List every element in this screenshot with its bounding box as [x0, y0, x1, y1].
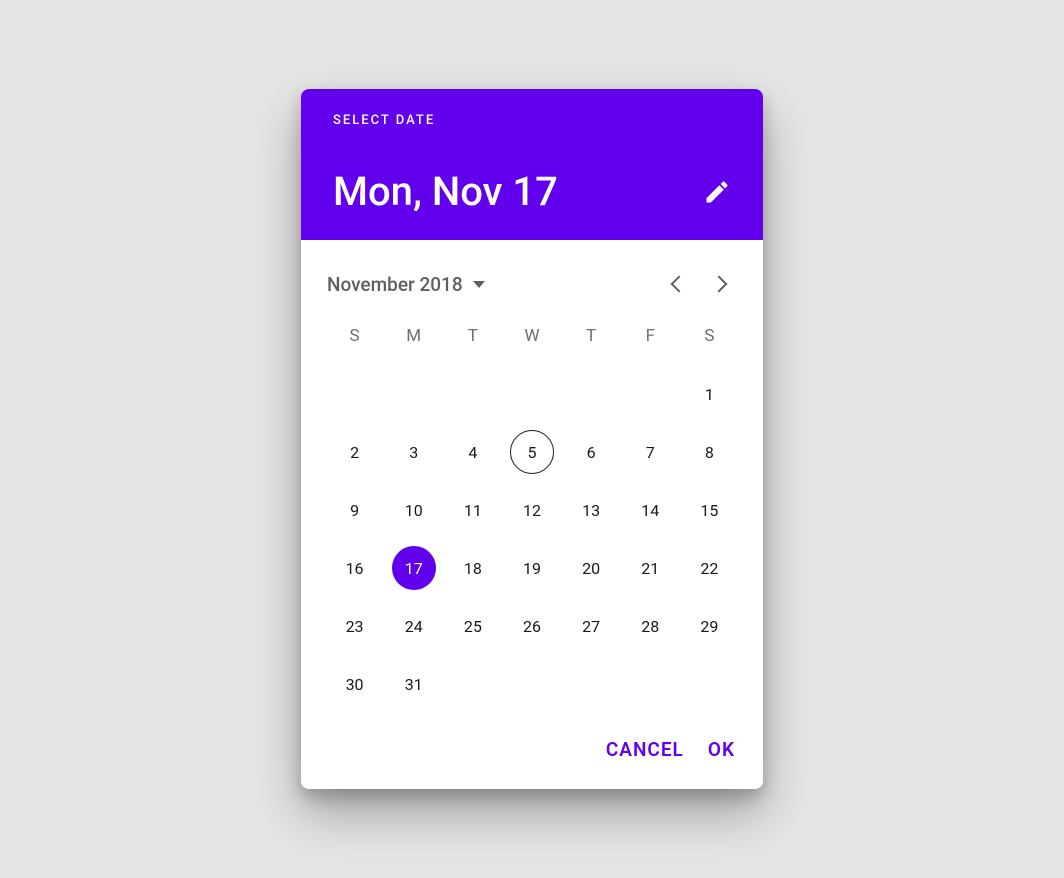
calendar-empty-cell [621, 372, 680, 416]
dialog-body: November 2018 SMTWTFS1234567891011121314… [301, 240, 763, 714]
calendar-day[interactable]: 5 [510, 430, 554, 474]
dialog-header: SELECT DATE Mon, Nov 17 [301, 89, 763, 240]
calendar-day[interactable]: 26 [510, 604, 554, 648]
calendar-day[interactable]: 1 [687, 372, 731, 416]
caret-down-icon [473, 281, 485, 288]
day-of-week-label: T [443, 320, 502, 358]
calendar-day[interactable]: 20 [569, 546, 613, 590]
calendar-day[interactable]: 13 [569, 488, 613, 532]
calendar-day[interactable]: 14 [628, 488, 672, 532]
calendar-day[interactable]: 21 [628, 546, 672, 590]
dialog-actions: CANCEL OK [301, 714, 763, 789]
cancel-button[interactable]: CANCEL [606, 738, 684, 761]
calendar-empty-cell [502, 372, 561, 416]
day-of-week-label: M [384, 320, 443, 358]
day-of-week-label: W [502, 320, 561, 358]
day-of-week-label: S [680, 320, 739, 358]
calendar-day[interactable]: 12 [510, 488, 554, 532]
calendar-day[interactable]: 17 [392, 546, 436, 590]
calendar-empty-cell [443, 372, 502, 416]
calendar-day[interactable]: 23 [333, 604, 377, 648]
month-label: November 2018 [327, 273, 463, 296]
overline: SELECT DATE [333, 113, 731, 128]
calendar-day[interactable]: 19 [510, 546, 554, 590]
calendar-day[interactable]: 30 [333, 662, 377, 706]
calendar-day[interactable]: 3 [392, 430, 436, 474]
calendar-day[interactable]: 27 [569, 604, 613, 648]
date-picker-dialog: SELECT DATE Mon, Nov 17 November 2018 [301, 89, 763, 789]
day-of-week-label: F [621, 320, 680, 358]
day-of-week-label: T [562, 320, 621, 358]
month-dropdown[interactable]: November 2018 [327, 273, 485, 296]
calendar-day[interactable]: 9 [333, 488, 377, 532]
ok-button[interactable]: OK [708, 738, 735, 761]
calendar-day[interactable]: 6 [569, 430, 613, 474]
calendar-day[interactable]: 15 [687, 488, 731, 532]
calendar-empty-cell [325, 372, 384, 416]
calendar-empty-cell [562, 372, 621, 416]
calendar-grid: SMTWTFS123456789101112131415161718192021… [321, 320, 743, 714]
calendar-day[interactable]: 10 [392, 488, 436, 532]
chevron-right-icon [711, 276, 728, 293]
headline-date: Mon, Nov 17 [333, 172, 558, 212]
calendar-day[interactable]: 31 [392, 662, 436, 706]
calendar-day[interactable]: 11 [451, 488, 495, 532]
next-month-button[interactable] [699, 264, 739, 304]
calendar-day[interactable]: 22 [687, 546, 731, 590]
calendar-empty-cell [384, 372, 443, 416]
calendar-day[interactable]: 7 [628, 430, 672, 474]
calendar-day[interactable]: 29 [687, 604, 731, 648]
calendar-day[interactable]: 4 [451, 430, 495, 474]
calendar-day[interactable]: 16 [333, 546, 377, 590]
calendar-day[interactable]: 24 [392, 604, 436, 648]
calendar-day[interactable]: 8 [687, 430, 731, 474]
prev-month-button[interactable] [659, 264, 699, 304]
calendar-day[interactable]: 18 [451, 546, 495, 590]
edit-icon[interactable] [703, 178, 731, 206]
calendar-day[interactable]: 28 [628, 604, 672, 648]
calendar-day[interactable]: 2 [333, 430, 377, 474]
calendar-day[interactable]: 25 [451, 604, 495, 648]
chevron-left-icon [671, 276, 688, 293]
day-of-week-label: S [325, 320, 384, 358]
